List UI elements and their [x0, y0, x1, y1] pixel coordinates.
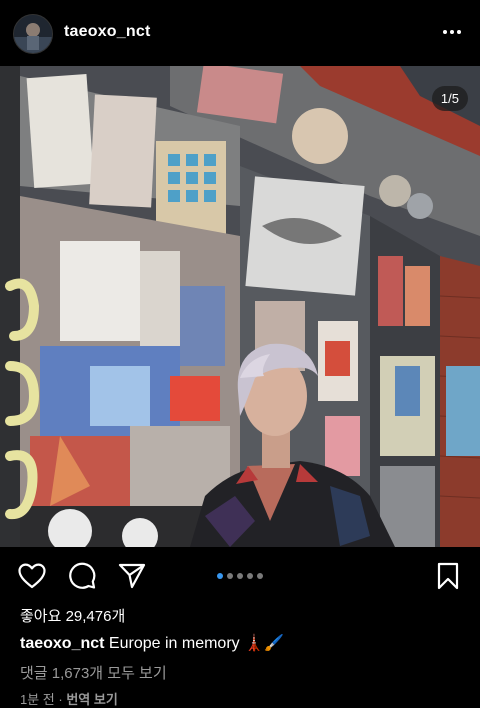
- more-horizontal-icon[interactable]: [440, 20, 464, 44]
- post-time: 1분 전 · 번역 보기: [20, 689, 118, 708]
- carousel-dot: [217, 573, 223, 579]
- caption-username[interactable]: taeoxo_nct: [20, 635, 104, 652]
- carousel-dot: [247, 573, 253, 579]
- bookmark-icon[interactable]: [432, 561, 464, 591]
- post-timestamp: 1분 전 ·: [20, 692, 67, 707]
- carousel-dot: [227, 573, 233, 579]
- caption-text: Europe in memory 🗼🖌️: [108, 635, 284, 652]
- likes-count[interactable]: 좋아요 29,476개: [20, 605, 125, 626]
- heart-icon[interactable]: [16, 561, 48, 591]
- carousel-dot: [237, 573, 243, 579]
- comment-icon[interactable]: [66, 561, 98, 591]
- image-counter: 1/5: [431, 86, 468, 111]
- post-actions: [0, 553, 480, 599]
- post-header: taeoxo_nct: [0, 0, 480, 66]
- avatar[interactable]: [13, 14, 53, 54]
- view-comments-link[interactable]: 댓글 1,673개 모두 보기: [20, 662, 167, 683]
- carousel-indicator: [217, 573, 263, 579]
- paper-plane-icon[interactable]: [116, 561, 148, 591]
- post-username[interactable]: taeoxo_nct: [64, 23, 150, 41]
- post-caption: taeoxo_nct Europe in memory 🗼🖌️: [20, 633, 284, 653]
- post-image[interactable]: 1/5: [0, 66, 480, 547]
- translate-link[interactable]: 번역 보기: [66, 692, 117, 707]
- carousel-dot: [257, 573, 263, 579]
